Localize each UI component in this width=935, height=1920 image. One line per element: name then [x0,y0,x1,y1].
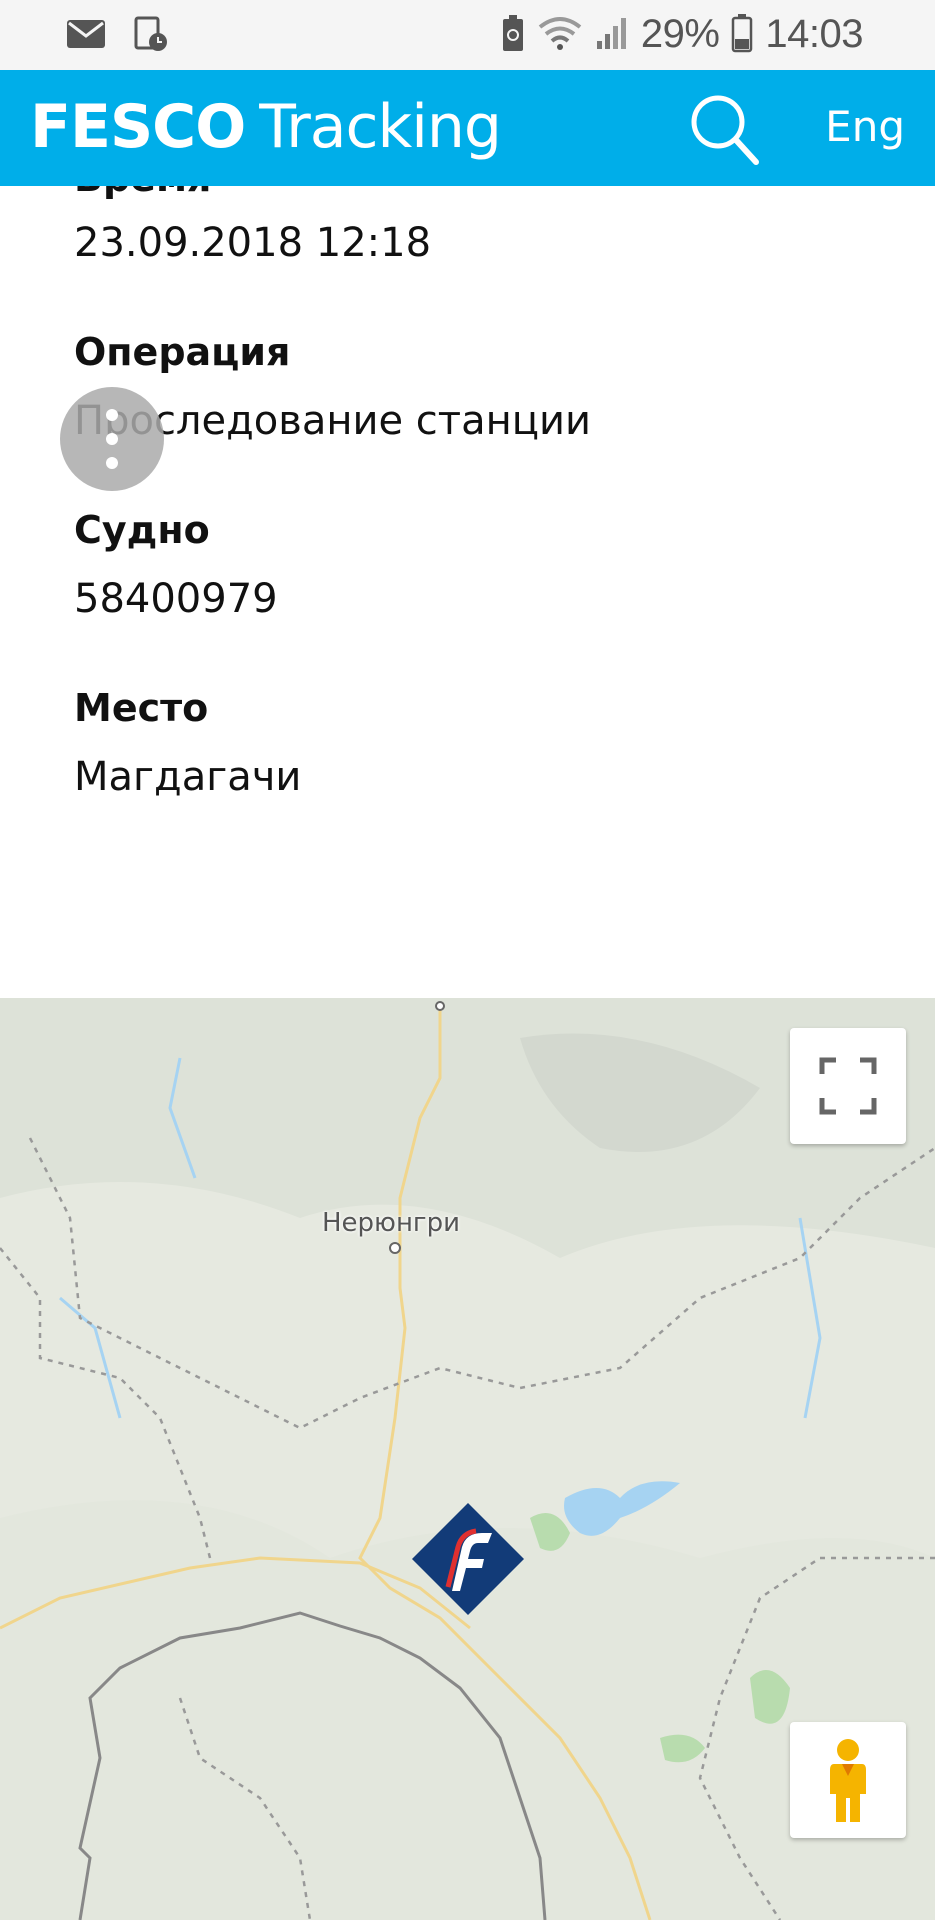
app-title: FESCO Tracking [30,92,502,162]
battery-icon [731,13,753,57]
fullscreen-icon [790,1057,906,1148]
signal-icon [595,15,629,55]
pegman-icon [790,1739,906,1842]
wifi-icon [537,15,583,55]
fesco-logo-marker[interactable] [412,1503,524,1615]
vessel-label: Судно [74,508,210,552]
place-value: Магдагачи [74,754,302,800]
brand-subtitle: Tracking [259,92,502,162]
app-bar: FESCO Tracking Eng [0,70,935,186]
operation-label: Операция [74,330,291,374]
place-label: Место [74,686,209,730]
map-city-label: Нерюнгри [322,1208,460,1238]
mail-icon [66,18,106,54]
search-icon [686,95,766,174]
battery-saver-icon [501,13,525,57]
vessel-value: 58400979 [74,576,278,622]
battery-percent: 29% [640,12,720,56]
street-view-button[interactable] [790,1722,906,1838]
fullscreen-button[interactable] [790,1028,906,1144]
map-view[interactable]: Нерюнгри [0,998,935,1920]
search-button[interactable] [686,90,766,170]
time-label: Время [74,186,211,200]
more-options-button[interactable] [60,387,164,491]
brand-name: FESCO [30,92,246,162]
time-value: 23.09.2018 12:18 [74,220,432,266]
tracking-details: Время 23.09.2018 12:18 Операция Проследо… [0,186,935,998]
clock: 14:03 [765,12,863,56]
language-switch-button[interactable]: Eng [825,102,905,151]
status-bar: 29% 14:03 [0,0,935,70]
calendar-clock-icon [134,16,168,56]
